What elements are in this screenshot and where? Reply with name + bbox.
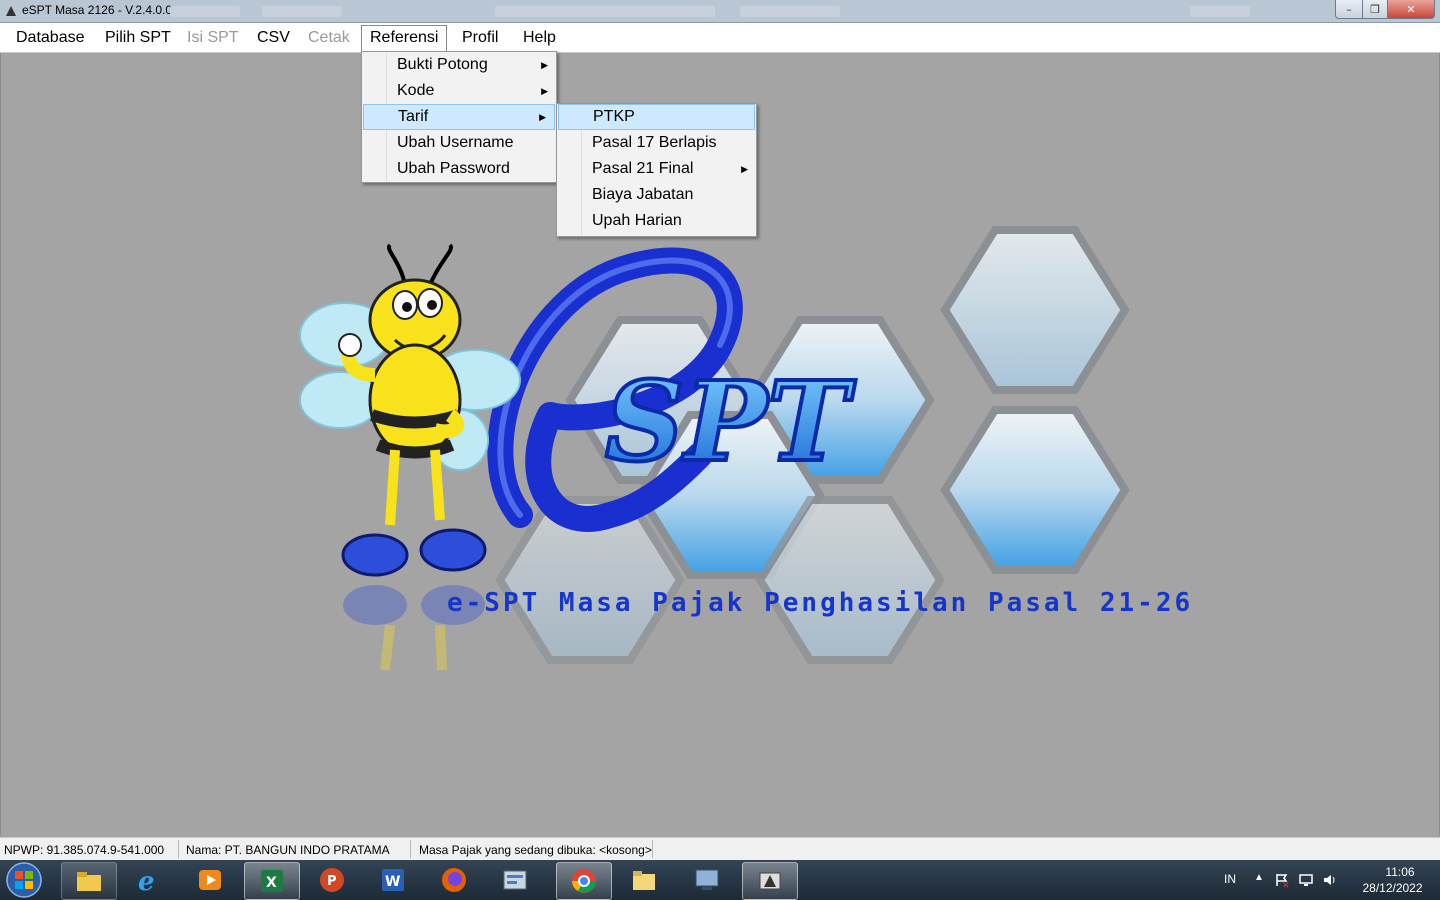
menu-help[interactable]: Help: [517, 27, 562, 49]
menu-item-tarif[interactable]: Tarif ▶: [363, 104, 555, 130]
clock-date[interactable]: 28/12/2022: [1355, 881, 1430, 895]
network-icon: [695, 869, 719, 890]
volume-icon[interactable]: [1322, 872, 1338, 888]
powerpoint-icon: P: [320, 868, 344, 892]
menu-item-ubah-username[interactable]: Ubah Username: [362, 130, 556, 156]
menu-database[interactable]: Database: [10, 27, 91, 49]
svg-text:P: P: [327, 874, 337, 889]
internet-explorer-icon: e: [138, 867, 155, 894]
taskbar-word[interactable]: W: [366, 862, 420, 898]
taskbar-firefox[interactable]: [427, 862, 481, 898]
taskbar-control-panel[interactable]: [488, 862, 542, 898]
status-bar: NPWP: 91.385.074.9-541.000 Nama: PT. BAN…: [0, 837, 1440, 861]
svg-text:✕: ✕: [1282, 880, 1290, 888]
tarif-submenu: PTKP Pasal 17 Berlapis Pasal 21 Final ▶ …: [556, 103, 757, 237]
menu-item-kode[interactable]: Kode ▶: [362, 78, 556, 104]
app-icon: [6, 6, 16, 16]
excel-icon: X: [261, 870, 283, 892]
menu-item-ubah-password[interactable]: Ubah Password: [362, 156, 556, 182]
logo-wordmark: SPT: [605, 357, 856, 486]
background-tab: [740, 6, 840, 17]
espt-app-icon: [759, 872, 781, 890]
menu-profil[interactable]: Profil: [456, 27, 504, 49]
folder-icon: [77, 872, 101, 891]
svg-text:e: e: [138, 867, 155, 894]
menu-item-upah-harian[interactable]: Upah Harian: [557, 208, 756, 234]
submenu-arrow-icon: ▶: [541, 86, 548, 96]
menu-csv[interactable]: CSV: [251, 27, 296, 49]
chrome-icon: [572, 869, 596, 893]
taskbar-internet-explorer[interactable]: e: [122, 862, 176, 898]
window-title: eSPT Masa 2126 - V.2.4.0.0: [22, 3, 173, 17]
referensi-dropdown: Bukti Potong ▶ Kode ▶ Tarif ▶ Ubah Usern…: [361, 51, 557, 183]
menu-pilih-spt[interactable]: Pilih SPT: [99, 27, 177, 49]
taskbar-media-player[interactable]: [183, 862, 237, 898]
menu-isi-spt: Isi SPT: [187, 29, 239, 46]
language-indicator[interactable]: IN: [1224, 872, 1236, 886]
hexagon: [940, 226, 1130, 394]
menu-item-pasal-17-berlapis[interactable]: Pasal 17 Berlapis: [557, 130, 756, 156]
submenu-arrow-icon: ▶: [541, 60, 548, 70]
taskbar-folder[interactable]: [617, 862, 671, 898]
menu-item-pasal-21-final[interactable]: Pasal 21 Final ▶: [557, 156, 756, 182]
status-masa-pajak: Masa Pajak yang sedang dibuka: <kosong>: [419, 843, 652, 857]
menu-referensi[interactable]: Referensi: [361, 25, 448, 51]
taskbar-file-explorer[interactable]: [61, 862, 117, 900]
media-player-icon: [199, 870, 221, 890]
taskbar-powerpoint[interactable]: P: [305, 862, 359, 898]
menu-cetak: Cetak: [308, 29, 350, 46]
background-tab: [495, 6, 715, 17]
menu-bar: Database Pilih SPT Isi SPT CSV Cetak Ref…: [0, 23, 1440, 53]
svg-text:W: W: [385, 874, 400, 890]
clock-time[interactable]: 11:06: [1370, 865, 1430, 879]
taskbar-chrome[interactable]: [556, 862, 612, 900]
taskbar: e X P W IN ▲ ✕ 11:06 28/12/2022: [0, 860, 1440, 900]
submenu-arrow-icon: ▶: [741, 164, 748, 174]
background-tab: [262, 6, 342, 17]
notification-flag-icon[interactable]: ✕: [1274, 872, 1290, 888]
status-npwp: NPWP: 91.385.074.9-541.000: [4, 843, 165, 857]
close-button[interactable]: ✕: [1387, 0, 1435, 19]
system-tray: IN ▲ ✕ 11:06 28/12/2022: [1210, 860, 1440, 900]
word-icon: W: [382, 869, 404, 891]
logo-subtitle: e-SPT Masa Pajak Penghasilan Pasal 21-26: [447, 588, 1194, 618]
taskbar-network[interactable]: [680, 862, 734, 898]
folder-icon: [633, 871, 655, 890]
submenu-arrow-icon: ▶: [539, 112, 546, 122]
status-nama: Nama: PT. BANGUN INDO PRATAMA: [186, 843, 390, 857]
menu-item-biaya-jabatan[interactable]: Biaya Jabatan: [557, 182, 756, 208]
network-tray-icon[interactable]: [1298, 872, 1314, 888]
chevron-up-icon[interactable]: ▲: [1254, 872, 1264, 883]
maximize-button[interactable]: ❐: [1362, 0, 1388, 19]
taskbar-excel[interactable]: X: [244, 862, 300, 900]
title-bar: eSPT Masa 2126 - V.2.4.0.0 – ❐ ✕: [0, 0, 1440, 23]
menu-item-bukti-potong[interactable]: Bukti Potong ▶: [362, 52, 556, 78]
background-tab: [170, 6, 240, 17]
minimize-button[interactable]: –: [1335, 0, 1363, 19]
taskbar-espt[interactable]: [742, 862, 798, 900]
svg-text:X: X: [266, 875, 277, 891]
background-tab: [1190, 6, 1250, 17]
hexagon: [940, 406, 1130, 574]
control-panel-icon: [503, 870, 527, 890]
menu-item-ptkp[interactable]: PTKP: [558, 104, 755, 130]
windows-start-icon[interactable]: [4, 861, 44, 899]
firefox-icon: [442, 868, 466, 892]
